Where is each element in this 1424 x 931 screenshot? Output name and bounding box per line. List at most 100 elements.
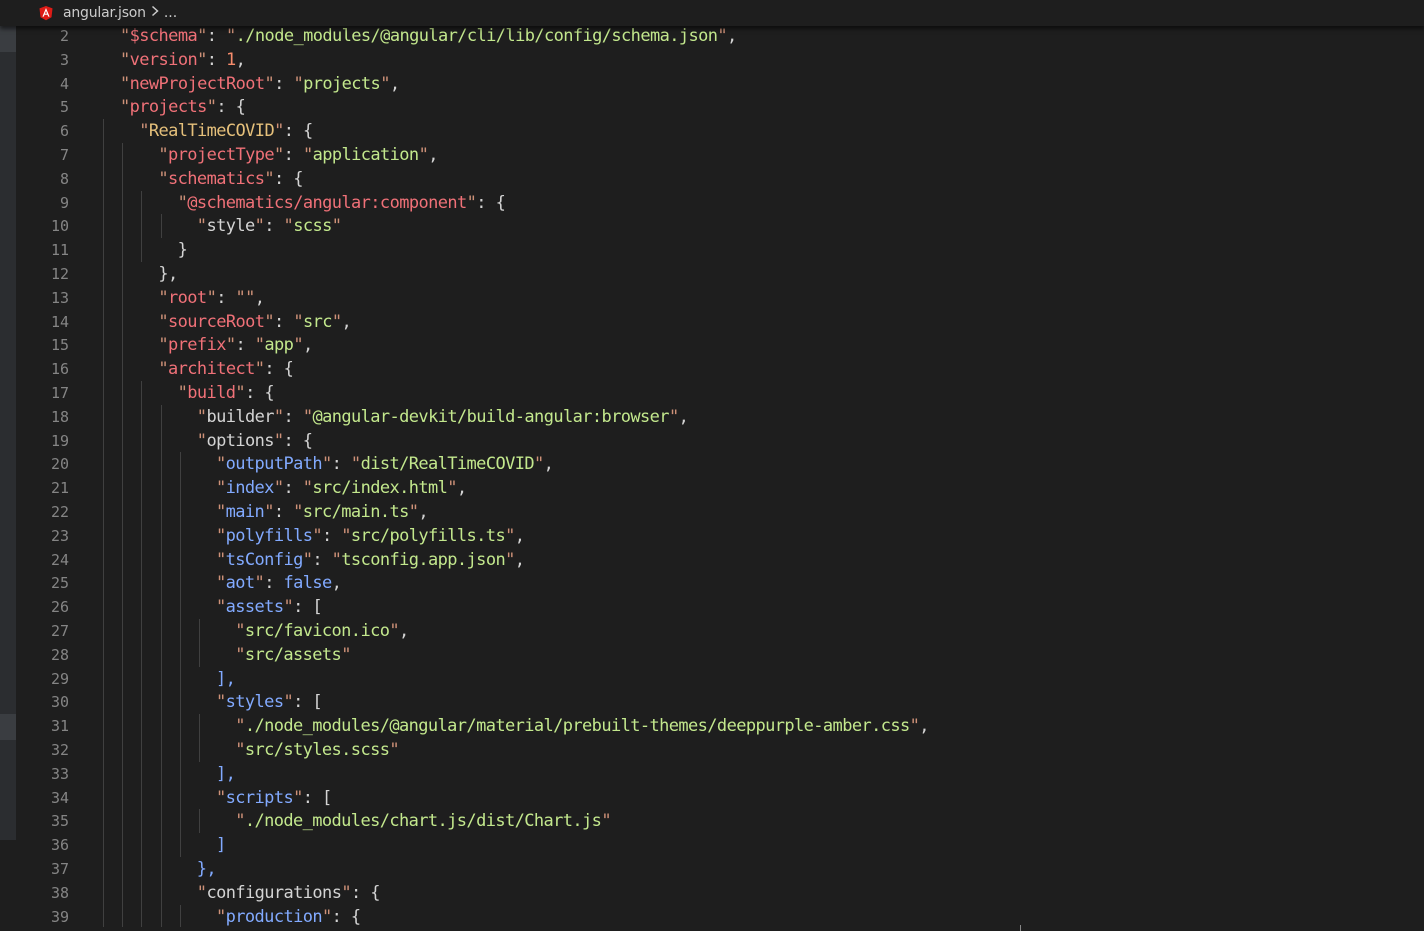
code-token: " <box>235 383 246 403</box>
code-line[interactable]: 16 "architect": { <box>0 357 1424 381</box>
code-line[interactable]: 14 "sourceRoot": "src", <box>0 309 1424 334</box>
code-token: " <box>196 430 207 451</box>
code-line[interactable]: 35 "./node_modules/chart.js/dist/Chart.js… <box>0 809 1424 834</box>
indent-guide <box>179 571 181 596</box>
code-token: " <box>717 26 728 46</box>
code-line[interactable]: 19 "options": { <box>0 428 1424 453</box>
code-line[interactable]: 17 "build": { <box>0 381 1424 405</box>
indent-guide <box>160 404 162 429</box>
code-line[interactable]: 38 "configurations": { <box>0 880 1424 905</box>
code-token: version <box>129 49 198 70</box>
code-line[interactable]: 24 "tsConfig": "tsconfig.app.json", <box>0 547 1424 572</box>
code-token: " <box>293 787 303 808</box>
code-token: " <box>302 145 313 165</box>
indent-guide <box>141 857 143 881</box>
indent-guide <box>122 857 124 881</box>
code-text: "src/assets" <box>235 643 351 667</box>
code-token: ] <box>216 835 226 856</box>
code-token: , <box>254 287 265 308</box>
indent-guide <box>103 642 104 667</box>
code-token: " <box>293 502 303 522</box>
code-line[interactable]: 39 "production": { <box>0 904 1424 929</box>
code-token: src/assets <box>244 644 342 665</box>
code-line[interactable]: 8 "schematics": { <box>0 166 1424 191</box>
code-text: "production": { <box>216 905 361 929</box>
line-number: 7 <box>59 146 69 164</box>
indent-guide <box>103 571 104 596</box>
code-editor[interactable]: 2 "$schema": "./node_modules/@angular/cli… <box>0 24 1424 929</box>
code-line[interactable]: 26 "assets": [ <box>0 595 1424 619</box>
code-token: ./node_modules/chart.js/dist/Chart.js <box>244 811 602 832</box>
code-line[interactable]: 33], <box>0 761 1424 786</box>
code-line[interactable]: 10 "style": "scss" <box>0 214 1424 239</box>
code-line[interactable]: 29], <box>0 666 1424 691</box>
code-token: " <box>206 287 217 308</box>
code-line[interactable]: 13 "root": "", <box>0 285 1424 310</box>
code-text: "aot": false, <box>216 571 342 595</box>
code-token: : { <box>476 192 506 213</box>
code-token: src/polyfills.ts <box>350 525 506 546</box>
code-token: src/main.ts <box>302 502 410 522</box>
indent-guide <box>160 642 162 667</box>
code-line[interactable]: 36] <box>0 833 1424 857</box>
indent-guide <box>141 666 143 691</box>
code-token: @schematics/angular:component <box>187 192 467 213</box>
code-line[interactable]: 2 "$schema": "./node_modules/@angular/cli… <box>0 24 1424 48</box>
code-line[interactable]: 7 "projectType": "application", <box>0 143 1424 167</box>
code-line[interactable]: 23 "polyfills": "src/polyfills.ts", <box>0 523 1424 548</box>
code-token: " <box>418 145 429 165</box>
code-line[interactable]: 37}, <box>0 857 1424 881</box>
indent-guide <box>122 428 124 453</box>
code-line[interactable]: 30 "styles": [ <box>0 690 1424 715</box>
breadcrumb-file[interactable]: angular.json <box>63 5 146 21</box>
indent-guide <box>160 666 162 691</box>
code-line[interactable]: 15 "prefix": "app", <box>0 333 1424 358</box>
code-line[interactable]: 18 "builder": "@angular-devkit/build-angu… <box>0 404 1424 429</box>
indent-guide <box>141 619 143 643</box>
code-token: " <box>312 525 322 546</box>
code-token: : <box>206 49 227 70</box>
indent-guide <box>141 190 143 215</box>
code-token: , <box>235 49 246 70</box>
indent-guide <box>160 833 162 857</box>
indent-guide <box>103 738 104 762</box>
code-line[interactable]: 9 "@schematics/angular:component": { <box>0 190 1424 215</box>
code-line[interactable]: 34 "scripts": [ <box>0 785 1424 810</box>
code-line[interactable]: 5 "projects": { <box>0 95 1424 119</box>
code-line[interactable]: 20 "outputPath": "dist/RealTimeCOVID", <box>0 452 1424 477</box>
code-token: : <box>322 525 342 546</box>
code-token: : { <box>274 168 304 189</box>
indent-guide <box>103 833 104 857</box>
indent-guide <box>179 547 181 572</box>
breadcrumb-more[interactable]: ... <box>164 5 177 21</box>
indent-guide <box>141 404 143 429</box>
indent-guide <box>199 642 200 667</box>
code-line[interactable]: 11} <box>0 238 1424 262</box>
indent-guide <box>103 285 104 310</box>
code-line[interactable]: 21 "index": "src/index.html", <box>0 476 1424 500</box>
code-line[interactable]: 3 "version": 1, <box>0 48 1424 72</box>
code-line[interactable]: 28 "src/assets" <box>0 642 1424 667</box>
code-token: : <box>264 573 284 594</box>
code-line[interactable]: 6 "RealTimeCOVID": { <box>0 119 1424 143</box>
code-line[interactable]: 25 "aot": false, <box>0 571 1424 596</box>
indent-guide <box>122 143 124 167</box>
code-token: " <box>226 26 236 46</box>
code-text: "schematics": { <box>158 167 303 191</box>
code-token: : [ <box>302 787 333 808</box>
indent-guide <box>160 523 162 548</box>
code-line[interactable]: 31 "./node_modules/@angular/material/preb… <box>0 714 1424 738</box>
indent-guide <box>179 785 181 810</box>
code-text: } <box>178 238 188 262</box>
code-text: "sourceRoot": "src", <box>158 310 351 334</box>
code-token: " <box>322 454 332 475</box>
code-line[interactable]: 32 "src/styles.scss" <box>0 738 1424 762</box>
code-line[interactable]: 12}, <box>0 262 1424 286</box>
code-line[interactable]: 27 "src/favicon.ico", <box>0 619 1424 643</box>
code-token: builder <box>206 406 274 427</box>
code-line[interactable]: 22 "main": "src/main.ts", <box>0 500 1424 524</box>
code-line[interactable]: 4 "newProjectRoot": "projects", <box>0 72 1424 96</box>
indent-guide <box>160 547 162 572</box>
indent-guide <box>122 214 124 239</box>
indent-guide <box>160 595 162 619</box>
